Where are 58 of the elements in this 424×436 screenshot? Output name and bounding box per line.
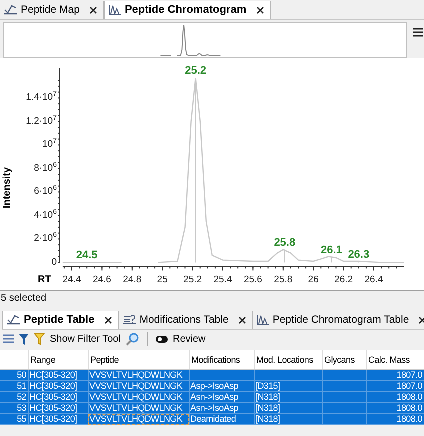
y-tick-label: 10$^{7}$ bbox=[42, 138, 57, 152]
filter-icon[interactable] bbox=[19, 334, 29, 344]
list-question-icon bbox=[122, 315, 136, 325]
menu-icon[interactable] bbox=[413, 28, 423, 37]
x-tick-label: 25.6 bbox=[244, 274, 262, 286]
table-cell bbox=[322, 414, 366, 424]
peak-label: 26.1 bbox=[321, 244, 342, 256]
table-cell: 1808.0 bbox=[366, 414, 424, 424]
y-tick-label: 1.2·10$^{7}$ bbox=[25, 114, 57, 129]
x-axis-title: RT bbox=[38, 274, 52, 286]
x-tick-label: 25.8 bbox=[274, 274, 293, 286]
status-text: 5 selected bbox=[1, 293, 47, 304]
table-row[interactable]: 52 HC[305-320] VVSVLTVLHQDWLNGK Asn->IsoAsp [N318] 1808.0 bbox=[0, 392, 424, 402]
x-tick-label: 25.2 bbox=[184, 274, 202, 286]
peak-label: 26.3 bbox=[348, 249, 370, 262]
y-tick-label: 4·10$^{6}$ bbox=[33, 208, 57, 223]
chart-check-icon bbox=[7, 315, 20, 325]
x-tick-label: 25 bbox=[157, 274, 168, 286]
table-row[interactable]: 51 HC[305-320] VVSVLTVLHQDWLNGK Asp->IsoAsp [D315] 1807.0 bbox=[0, 380, 424, 392]
list-icon[interactable] bbox=[3, 334, 14, 344]
x-tick-label: 24.8 bbox=[123, 274, 142, 286]
tab[interactable]: Peptide Table bbox=[2, 311, 119, 329]
peaks-icon bbox=[256, 314, 269, 326]
close-icon[interactable] bbox=[90, 6, 97, 14]
table-cell: Deamidated bbox=[189, 414, 254, 424]
table-cell: HC[305-320] bbox=[28, 414, 88, 424]
table-row[interactable]: 55 HC[305-320] VVSVLTVLHQDWLNGK Deamidated [N318] 1808.0 bbox=[0, 414, 424, 424]
x-tick-label: 26 bbox=[308, 274, 319, 286]
search-icon[interactable] bbox=[126, 332, 139, 346]
chart-check-icon bbox=[4, 5, 17, 15]
table-cell: [N318] bbox=[254, 414, 322, 424]
close-icon[interactable] bbox=[238, 316, 246, 324]
y-axis-title: Intensity bbox=[2, 167, 13, 209]
table-row[interactable]: 50 HC[305-320] VVSVLTVLHQDWLNGK 1807.0 bbox=[0, 370, 424, 380]
y-tick-label: 2·10$^{6}$ bbox=[33, 232, 57, 246]
close-icon[interactable] bbox=[256, 6, 264, 14]
y-tick-label: 0 bbox=[50, 256, 57, 270]
peak-label: 25.2 bbox=[185, 65, 207, 78]
toggle-icon[interactable] bbox=[156, 336, 168, 342]
table-row[interactable]: 53 HC[305-320] VVSVLTVLHQDWLNGK Asn->IsoAsp [N318] 1808.0 bbox=[0, 402, 424, 414]
close-icon[interactable] bbox=[419, 316, 424, 324]
x-tick-label: 26.4 bbox=[364, 274, 384, 286]
x-tick-label: 26.2 bbox=[334, 274, 354, 286]
peaks-icon bbox=[108, 4, 121, 16]
y-tick-label: 1.4·10$^{7}$ bbox=[25, 91, 57, 106]
table-cell: VVSVLTVLHQDWLNGK bbox=[88, 414, 189, 424]
show-filter-tool-button[interactable]: Show Filter Tool bbox=[50, 334, 121, 344]
x-tick-label: 25.4 bbox=[214, 274, 232, 286]
x-tick-label: 24.6 bbox=[92, 274, 112, 286]
filter-icon[interactable] bbox=[34, 333, 45, 345]
x-tick-label: 24.4 bbox=[62, 274, 82, 286]
review-button[interactable]: Review bbox=[172, 334, 206, 344]
close-icon[interactable] bbox=[104, 316, 112, 324]
tab[interactable]: Modifications Table bbox=[118, 311, 253, 329]
table-cell: 55 bbox=[0, 414, 28, 424]
peak-label: 24.5 bbox=[76, 250, 98, 262]
peak-label: 25.8 bbox=[274, 236, 296, 249]
tab[interactable]: Peptide Chromatogram bbox=[104, 1, 271, 19]
